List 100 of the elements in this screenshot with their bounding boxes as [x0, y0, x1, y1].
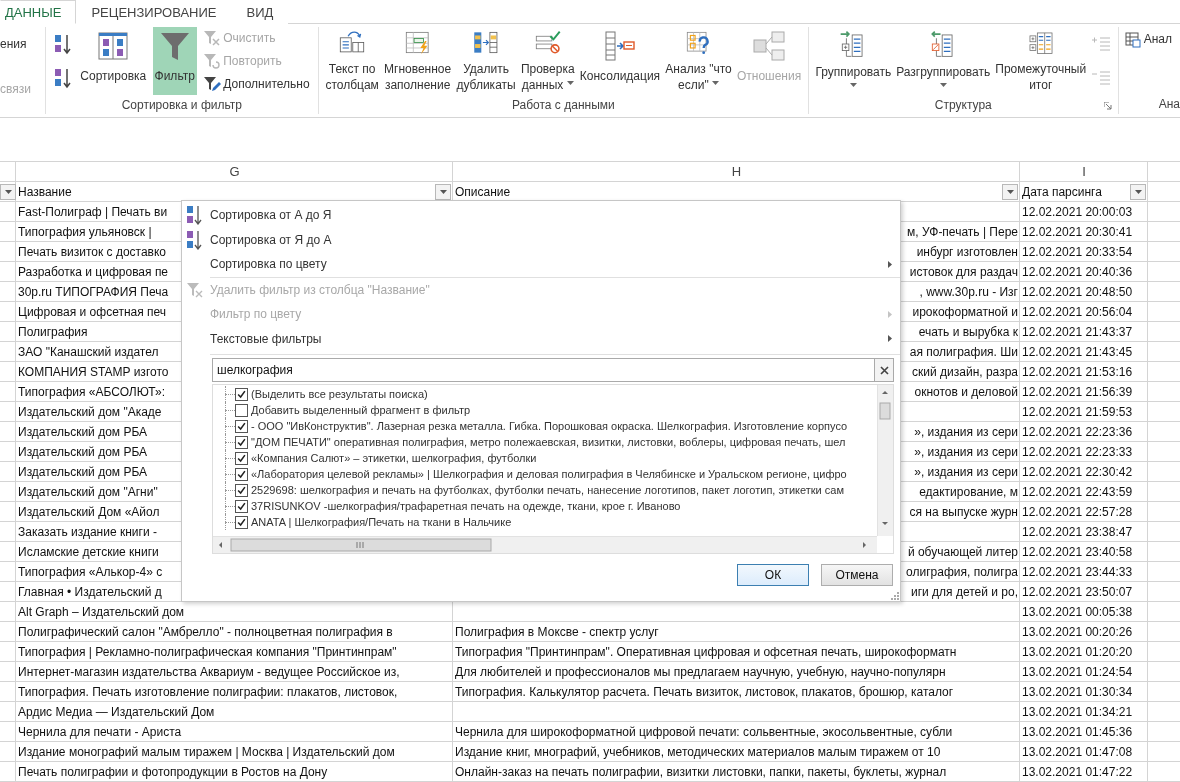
list-item[interactable]: (Выделить все результаты поиска): [251, 388, 428, 400]
table-cell: 12.02.2021 23:40:58: [1022, 544, 1133, 559]
table-cell: Типография «Алькор-4» с: [18, 564, 163, 579]
sort-descending-icon: [54, 67, 72, 89]
list-item[interactable]: «Лаборатория целевой рекламы» | Шелкография и деловая полиграфия в Челябинске и Уральском регионе, цифро: [251, 468, 847, 480]
table-cell: олиграфия, полигра: [906, 564, 1018, 579]
list-item[interactable]: Добавить выделенный фрагмент в фильтр: [251, 404, 471, 416]
list-item[interactable]: ANATA | Шелкография/Печать на ткани в Нальчике: [251, 516, 512, 528]
checkbox[interactable]: [235, 435, 248, 449]
table-cell: 13.02.2021 00:20:26: [1022, 624, 1133, 639]
table-cell: Ардис Медиа — Издательский Дом: [18, 704, 215, 719]
table-cell: », издания из сери: [914, 444, 1018, 459]
table-cell: Печать полиграфии и фотопродукции в Ростов на Дону: [18, 764, 328, 779]
ribbon-tab[interactable]: ДАННЫЕ: [0, 0, 77, 24]
submenu-arrow-icon: [888, 260, 892, 268]
column-letter[interactable]: I: [1082, 164, 1086, 179]
table-cell: Издательский дом "Акаде: [18, 404, 162, 419]
table-cell: Для любителей и профессионалов мы предлагаем научную, учебную, научно-популярн: [455, 664, 946, 679]
table-cell: 12.02.2021 20:30:41: [1022, 224, 1133, 239]
table-cell: ая полиграфия. Ши: [909, 344, 1018, 359]
table-cell: 13.02.2021 00:05:38: [1022, 604, 1133, 619]
table-cell: Издательский дом "Агни": [18, 484, 158, 499]
ribbon-button[interactable]: Проверка данных: [518, 27, 577, 95]
dialog-button[interactable]: ОК: [737, 564, 809, 586]
list-item[interactable]: «Компания Салют» – этикетки, шелкография, футболки: [251, 452, 537, 464]
checkbox[interactable]: [235, 387, 248, 401]
table-cell: , www.30p.ru - Изг: [919, 284, 1018, 299]
ribbon-label[interactable]: ения: [0, 37, 45, 51]
checkbox[interactable]: [235, 467, 248, 481]
column-title: Дата парсинга: [1022, 184, 1102, 199]
checkbox[interactable]: [235, 451, 248, 465]
menu-item[interactable]: Сортировка от А до Я: [182, 203, 900, 228]
table-cell: 12.02.2021 22:23:33: [1022, 444, 1133, 459]
sort-ascending-icon: [186, 205, 204, 226]
table-cell: 12.02.2021 20:48:50: [1022, 284, 1133, 299]
table-cell: Типография | Рекламно-полиграфическая компания "Принтинпрам": [18, 644, 397, 659]
list-item[interactable]: "ДОМ ПЕЧАТИ" оперативная полиграфия, метро полежаевская, визитки, листовки, воблеры, цифровая печать, шел: [251, 436, 846, 448]
dialog-launcher-icon[interactable]: [1103, 102, 1112, 110]
table-cell: Типография «АБСОЛЮТ»:: [18, 384, 165, 399]
group-label: Структура: [934, 97, 992, 112]
ribbon-button[interactable]: Консолидация: [577, 27, 663, 95]
caret-icon: [566, 80, 574, 85]
table-cell: 12.02.2021 23:44:33: [1022, 564, 1133, 579]
sort-descending-icon: [186, 229, 204, 250]
checkbox[interactable]: [235, 499, 248, 513]
hide-detail-icon: [1091, 69, 1112, 87]
column-letter[interactable]: G: [229, 164, 240, 179]
ribbon-button[interactable]: Удалить дубликаты: [454, 27, 518, 95]
list-item[interactable]: - ООО "ИвКонструктив". Лазерная резка металла. Гибка. Порошковая окраска. Шелкография. Изготовление корпусо: [251, 420, 848, 432]
vertical-scrollbar[interactable]: [877, 385, 893, 536]
ribbon-button[interactable]: Группировать: [813, 27, 894, 95]
ribbon-button[interactable]: Анал: [1143, 32, 1172, 46]
table-cell: 12.02.2021 21:53:16: [1022, 364, 1133, 379]
checkbox[interactable]: [235, 483, 248, 497]
caret-icon: [1006, 189, 1014, 194]
ribbon-button[interactable]: Текст по столбцам: [323, 27, 381, 95]
funnel-icon: [158, 30, 191, 62]
checkbox[interactable]: [235, 419, 248, 433]
table-cell: Типография "Принтинпрам". Оперативная цифровая и офсетная печать, широкоформатн: [455, 644, 957, 659]
table-cell: Полиграфия: [18, 324, 88, 339]
ribbon-button[interactable]: Дополнительно: [201, 72, 312, 95]
table-cell: ся на выпуске журн: [909, 504, 1018, 519]
filter-dropdown-button[interactable]: [1002, 183, 1018, 200]
checkbox[interactable]: [235, 515, 248, 529]
menu-item[interactable]: Сортировка по цвету: [182, 252, 900, 277]
caret-icon: [712, 80, 719, 85]
dialog-button[interactable]: Отмена: [821, 564, 893, 586]
search-field[interactable]: шелкография: [212, 358, 874, 382]
table-cell: й обучающей литер: [907, 544, 1018, 559]
sort-ascending-icon: [54, 33, 72, 55]
table-cell: Издание книг, мнографий, учебников, методических материалов малым тиражем от 10: [455, 744, 941, 759]
table-cell: ечать и вырубка к: [918, 324, 1018, 339]
ribbon-button[interactable]: Сортировка: [78, 27, 149, 95]
ribbon-button[interactable]: Мгновенное заполнение: [382, 27, 454, 95]
table-cell: Главная • Издательский д: [18, 584, 162, 599]
filter-dropdown-button[interactable]: [1130, 183, 1146, 200]
ribbon-button[interactable]: Промежуточный итог: [993, 27, 1089, 95]
menu-item[interactable]: Сортировка от Я до А: [182, 227, 900, 252]
ribbon-button[interactable]: Анализ "что если": [663, 27, 734, 95]
table-cell: 12.02.2021 21:43:45: [1022, 344, 1133, 359]
ribbon-button[interactable]: Разгруппировать: [894, 27, 993, 95]
checkbox[interactable]: [235, 403, 248, 417]
table-cell: 12.02.2021 22:57:28: [1022, 504, 1133, 519]
list-item[interactable]: 2529698: шелкография и печать на футболках, футболки печать, нанесение логотипов, пакет логотип, этикетки сам: [251, 484, 844, 496]
funnel-pencil-icon: [203, 74, 222, 93]
menu-item[interactable]: Текстовые фильтры: [182, 326, 900, 351]
table-cell: 13.02.2021 01:30:34: [1022, 684, 1133, 699]
table-cell: 12.02.2021 22:43:59: [1022, 484, 1133, 499]
horizontal-scrollbar[interactable]: [213, 536, 877, 553]
table-cell: Исламские детские книги: [18, 544, 159, 559]
table-cell: Издание монографий малым тиражем | Москва | Издательский дом: [18, 744, 395, 759]
caret-icon: [439, 189, 447, 194]
filter-dropdown-button[interactable]: [435, 183, 451, 200]
clear-search-button[interactable]: [874, 358, 894, 382]
list-item[interactable]: 37RISUNKOV -шелкография/трафаретная печать на одежде, ткани, крое г. Иваново: [251, 500, 681, 512]
group-label: Ана: [1158, 97, 1180, 111]
ribbon-button[interactable]: Фильтр: [152, 27, 197, 95]
filter-dropdown-button[interactable]: [0, 184, 16, 200]
table-cell: КОМПАНИЯ STAMP изгото: [18, 364, 169, 379]
column-letter[interactable]: H: [731, 164, 742, 179]
